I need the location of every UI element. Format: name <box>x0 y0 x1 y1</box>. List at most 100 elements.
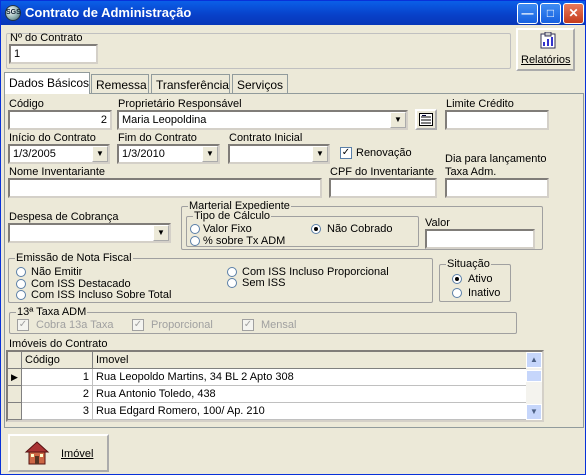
dia-label-2: Taxa Adm. <box>445 166 497 178</box>
scroll-up-icon[interactable]: ▲ <box>526 352 542 368</box>
chevron-down-icon[interactable]: ▼ <box>153 225 169 241</box>
reports-button[interactable]: Relatórios <box>516 28 575 71</box>
close-button[interactable]: ✕ <box>563 3 584 24</box>
renovacao-checkbox[interactable]: ✓ <box>340 147 352 159</box>
fim-value: 1/3/2010 <box>122 148 165 160</box>
col-header-codigo[interactable]: Código <box>22 352 93 369</box>
calc-nao-cobrado-label: Não Cobrado <box>327 223 393 235</box>
row-indicator <box>8 386 22 403</box>
minimize-button[interactable]: — <box>517 3 538 24</box>
maximize-button[interactable]: □ <box>540 3 561 24</box>
nf-iss-proporcional-radio[interactable] <box>227 267 237 277</box>
sit-ativo-radio[interactable] <box>452 274 462 284</box>
calc-percent-label: % sobre Tx ADM <box>203 235 286 247</box>
fim-date-picker[interactable]: 1/3/2010 ▼ <box>117 144 220 164</box>
proprietario-value: Maria Leopoldina <box>122 114 207 126</box>
col-header-imovel[interactable]: Imovel <box>93 352 528 369</box>
cpf-field[interactable] <box>329 178 437 198</box>
table-cell-imovel[interactable]: Rua Edgard Romero, 100/ Ap. 210 <box>93 403 528 420</box>
tab-dados-basicos[interactable]: Dados Básicos <box>4 72 90 94</box>
scroll-down-icon[interactable]: ▼ <box>526 404 542 420</box>
imovel-button[interactable]: Imóvel <box>8 434 109 472</box>
grid-scrollbar[interactable]: ▲ ▼ <box>526 352 542 420</box>
chevron-down-icon[interactable]: ▼ <box>92 146 108 162</box>
dia-label-1: Dia para lançamento <box>445 153 547 165</box>
search-proprietario-button[interactable] <box>415 109 437 130</box>
house-icon <box>24 440 50 466</box>
sit-inativo-label: Inativo <box>468 287 501 299</box>
despesa-combo[interactable]: ▼ <box>8 223 171 243</box>
inicio-date-picker[interactable]: 1/3/2005 ▼ <box>8 144 110 164</box>
limite-label: Limite Crédito <box>446 98 514 110</box>
proprietario-combo[interactable]: Maria Leopoldina ▼ <box>117 110 408 130</box>
sit-ativo-label: Ativo <box>468 273 493 285</box>
table-cell-codigo[interactable]: 3 <box>22 403 93 420</box>
nf-sem-iss-label: Sem ISS <box>242 277 286 289</box>
situacao-title: Situação <box>446 258 491 270</box>
reports-label: Relatórios <box>521 54 571 66</box>
codigo-label: Código <box>9 98 44 110</box>
calculo-title: Tipo de Cálculo <box>193 210 272 222</box>
taxa13-cobra-checkbox[interactable]: ✓ <box>17 319 29 331</box>
clipboard-icon <box>540 31 556 49</box>
list-icon <box>419 113 433 126</box>
tab-transferencia[interactable]: Transferência <box>151 74 230 93</box>
taxa13-mensal-checkbox[interactable]: ✓ <box>242 319 254 331</box>
calc-valor-fixo-label: Valor Fixo <box>203 223 252 235</box>
valor-field[interactable] <box>425 229 535 249</box>
taxa13-title: 13ª Taxa ADM <box>16 306 88 318</box>
renovacao-label: Renovação <box>356 147 412 159</box>
codigo-field[interactable]: 2 <box>8 110 112 130</box>
row-indicator <box>8 403 22 420</box>
imoveis-grid[interactable]: Código Imovel ▶ 1 Rua Leopoldo Martins, … <box>6 350 544 422</box>
taxa13-proporcional-checkbox[interactable]: ✓ <box>132 319 144 331</box>
proprietario-label: Proprietário Responsável <box>118 98 242 110</box>
nf-iss-total-radio[interactable] <box>16 290 26 300</box>
chevron-down-icon[interactable]: ▼ <box>202 146 218 162</box>
inicial-label: Contrato Inicial <box>229 132 303 144</box>
inventariante-label: Nome Inventariante <box>9 166 105 178</box>
window-title: Contrato de Administração <box>25 5 192 20</box>
table-cell-imovel[interactable]: Rua Leopoldo Martins, 34 BL 2 Apto 308 <box>93 369 528 386</box>
current-row-indicator-icon: ▶ <box>8 369 22 386</box>
nf-nao-emitir-label: Não Emitir <box>31 266 83 278</box>
inventariante-field[interactable] <box>8 178 322 198</box>
calc-nao-cobrado-radio[interactable] <box>311 224 321 234</box>
nf-title: Emissão de Nota Fiscal <box>15 252 133 264</box>
calc-percent-radio[interactable] <box>190 236 200 246</box>
table-cell-codigo[interactable]: 1 <box>22 369 93 386</box>
chevron-down-icon[interactable]: ▼ <box>312 146 328 162</box>
imoveis-title: Imóveis do Contrato <box>9 338 108 350</box>
table-cell-codigo[interactable]: 2 <box>22 386 93 403</box>
nf-nao-emitir-radio[interactable] <box>16 267 26 277</box>
contract-window: SGS Contrato de Administração — □ ✕ Nº d… <box>0 0 586 475</box>
tab-remessa[interactable]: Remessa <box>91 74 149 93</box>
table-cell-imovel[interactable]: Rua Antonio Toledo, 438 <box>93 386 528 403</box>
nf-sem-iss-radio[interactable] <box>227 278 237 288</box>
nf-iss-total-label: Com ISS Incluso Sobre Total <box>31 289 172 301</box>
despesa-label: Despesa de Cobrança <box>9 211 119 223</box>
chevron-down-icon[interactable]: ▼ <box>390 112 406 128</box>
tab-servicos[interactable]: Serviços <box>232 74 288 93</box>
cpf-label: CPF do Inventariante <box>330 166 434 178</box>
dia-field[interactable] <box>445 178 549 198</box>
valor-label: Valor <box>425 217 450 229</box>
inicio-value: 1/3/2005 <box>13 148 56 160</box>
calc-valor-fixo-radio[interactable] <box>190 224 200 234</box>
contract-no-field[interactable]: 1 <box>9 44 98 64</box>
app-icon: SGS <box>5 5 21 21</box>
imovel-button-label: Imóvel <box>61 448 94 460</box>
sit-inativo-radio[interactable] <box>452 288 462 298</box>
grid-corner <box>8 352 22 369</box>
inicio-label: Início do Contrato <box>9 132 96 144</box>
scroll-thumb[interactable] <box>526 370 542 382</box>
taxa13-proporcional-label: Proporcional <box>151 319 213 331</box>
fim-label: Fim do Contrato <box>118 132 197 144</box>
taxa13-mensal-label: Mensal <box>261 319 297 331</box>
inicial-combo[interactable]: ▼ <box>228 144 330 164</box>
nf-iss-destacado-radio[interactable] <box>16 279 26 289</box>
contract-no-label: Nº do Contrato <box>10 32 83 44</box>
limite-field[interactable] <box>445 110 549 130</box>
taxa13-cobra-label: Cobra 13a Taxa <box>36 319 114 331</box>
title-bar[interactable]: SGS Contrato de Administração — □ ✕ <box>1 1 585 25</box>
